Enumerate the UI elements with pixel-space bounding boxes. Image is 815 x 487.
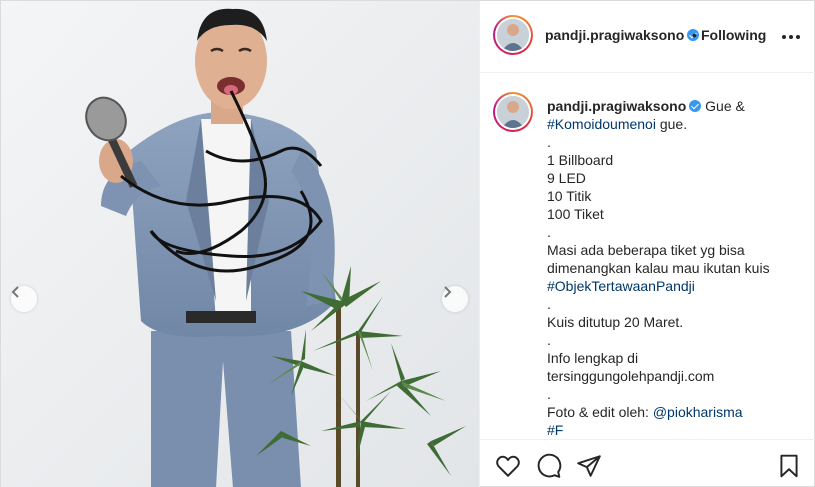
follow-separator: • <box>692 27 697 43</box>
author-avatar[interactable] <box>493 15 533 55</box>
paper-plane-icon[interactable] <box>576 453 602 479</box>
hashtag-link[interactable]: #F <box>547 421 807 438</box>
author-username[interactable]: pandji.pragiwaksono <box>545 27 700 43</box>
caption-text: Foto & edit oleh: <box>547 404 649 420</box>
post-actions-bar <box>480 439 815 487</box>
post-caption: pandji.pragiwaksono Gue & #Komoidoumenoi… <box>547 97 807 438</box>
instagram-post: pandji.pragiwaksono • Following pandji.p… <box>0 0 815 487</box>
more-dots-icon[interactable] <box>782 35 800 39</box>
caption-line: 100 Tiket <box>547 206 604 222</box>
caption-line: Masi ada beberapa tiket yg bisa <box>547 242 745 258</box>
post-side-panel: pandji.pragiwaksono • Following pandji.p… <box>479 1 815 487</box>
photo-illustration <box>1 1 479 487</box>
following-button[interactable]: Following <box>701 27 766 43</box>
caption-username[interactable]: pandji.pragiwaksono <box>547 98 686 114</box>
avatar-image <box>497 19 529 51</box>
heart-icon[interactable] <box>495 453 521 479</box>
caption-line: 1 Billboard <box>547 152 614 168</box>
chevron-right-icon <box>444 286 452 298</box>
bookmark-icon[interactable] <box>776 453 802 479</box>
caption-area: pandji.pragiwaksono Gue & #Komoidoumenoi… <box>480 74 815 438</box>
mention-link[interactable]: @piokharisma <box>653 404 743 420</box>
caption-line: Info lengkap di <box>547 350 639 366</box>
caption-line: 9 LED <box>547 170 586 186</box>
caption-line: . <box>547 134 551 150</box>
hashtag-link[interactable]: #ObjekTertawaanPandji <box>547 277 807 295</box>
previous-photo-button[interactable] <box>11 286 37 312</box>
caption-text: Gue & <box>705 98 745 114</box>
caption-line: Kuis ditutup 20 Maret. <box>547 314 684 330</box>
caption-line: dimenangkan kalau mau ikutan kuis <box>547 260 770 276</box>
verified-badge-icon <box>689 100 702 112</box>
post-photo[interactable] <box>1 1 479 487</box>
caption-line: . <box>547 332 551 348</box>
caption-author-avatar[interactable] <box>493 92 533 132</box>
post-header: pandji.pragiwaksono • Following <box>480 1 815 73</box>
avatar-image <box>497 96 529 128</box>
comment-icon[interactable] <box>536 453 562 479</box>
caption-line: 10 Titik <box>547 188 592 204</box>
caption-line: tersinggungolehpandji.com <box>547 368 715 384</box>
caption-line: . <box>547 296 551 312</box>
chevron-left-icon <box>11 286 19 298</box>
next-photo-button[interactable] <box>442 286 468 312</box>
caption-line: . <box>547 386 551 402</box>
caption-text: gue. <box>659 116 688 132</box>
caption-line: . <box>547 224 551 240</box>
hashtag-link[interactable]: #Komoidoumenoi <box>547 116 656 132</box>
